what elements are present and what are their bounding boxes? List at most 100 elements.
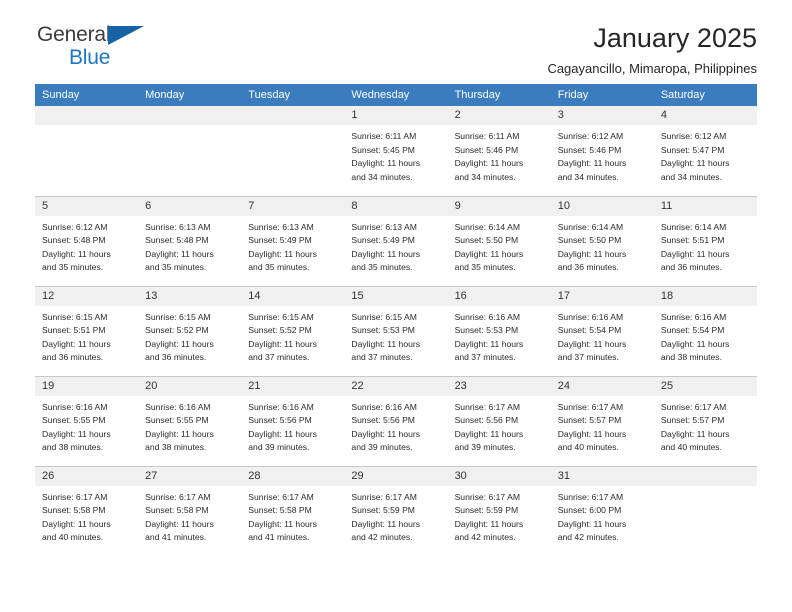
daylight-duration-line1: Daylight: 11 hours: [351, 518, 421, 529]
calendar-day-cell[interactable]: 19 Sunrise: 6:16 AM Sunset: 5:55 PM Dayligh…: [35, 375, 139, 466]
calendar-day-cell[interactable]: 21 Sunrise: 6:16 AM Sunset: 5:56 PM Dayligh…: [241, 375, 345, 466]
weekday-header-wednesday: Wednesday: [344, 84, 448, 106]
day-number: 20: [138, 376, 242, 396]
sunset-time: Sunset: 5:56 PM: [454, 415, 519, 426]
calendar-day-cell[interactable]: 25 Sunrise: 6:17 AM Sunset: 5:57 PM Dayligh…: [653, 375, 757, 466]
calendar-day-cell[interactable]: 15 Sunrise: 6:15 AM Sunset: 5:53 PM Dayligh…: [344, 285, 448, 376]
calendar-day-cell[interactable]: 28 Sunrise: 6:17 AM Sunset: 5:58 PM Dayligh…: [241, 465, 345, 556]
calendar-day-cell[interactable]: 16 Sunrise: 6:16 AM Sunset: 5:53 PM Dayligh…: [447, 285, 551, 376]
day-number: 22: [344, 376, 448, 396]
day-number: 29: [344, 466, 448, 486]
sunrise-time: Sunrise: 6:15 AM: [42, 311, 108, 322]
day-number: [653, 466, 757, 486]
day-details: Sunrise: 6:16 AM Sunset: 5:56 PM Daylight:…: [344, 396, 447, 455]
sunrise-time: Sunrise: 6:12 AM: [557, 131, 624, 141]
daylight-duration-line2: and 40 minutes.: [660, 442, 722, 453]
day-details: Sunrise: 6:12 AM Sunset: 5:47 PM Daylight:…: [654, 125, 757, 184]
calendar-day-cell-empty: [241, 106, 345, 196]
sunrise-time: Sunrise: 6:12 AM: [660, 131, 727, 141]
weekday-header-sunday: Sunday: [35, 84, 139, 106]
calendar-day-cell[interactable]: 20 Sunrise: 6:16 AM Sunset: 5:55 PM Dayligh…: [138, 375, 242, 466]
day-number: 23: [447, 376, 551, 396]
daylight-duration-line2: and 42 minutes.: [557, 532, 619, 543]
calendar-day-cell[interactable]: 6 Sunrise: 6:13 AM Sunset: 5:48 PM Daylight…: [138, 195, 242, 286]
calendar-day-cell[interactable]: 27 Sunrise: 6:17 AM Sunset: 5:58 PM Dayligh…: [138, 465, 242, 556]
calendar-day-cell[interactable]: 1 Sunrise: 6:11 AM Sunset: 5:45 PM Daylight…: [344, 106, 448, 196]
day-details: Sunrise: 6:16 AM Sunset: 5:53 PM Daylight:…: [448, 306, 551, 365]
calendar-day-cell[interactable]: 10 Sunrise: 6:14 AM Sunset: 5:50 PM Dayligh…: [550, 195, 654, 286]
daylight-duration-line2: and 40 minutes.: [42, 532, 104, 543]
day-details: Sunrise: 6:17 AM Sunset: 5:59 PM Daylight:…: [344, 486, 447, 545]
sunrise-time: Sunrise: 6:11 AM: [454, 131, 520, 141]
daylight-duration-line2: and 38 minutes.: [42, 442, 104, 453]
sunrise-time: Sunrise: 6:16 AM: [42, 401, 108, 412]
daylight-duration-line2: and 39 minutes.: [351, 442, 413, 453]
day-details: Sunrise: 6:17 AM Sunset: 5:57 PM Daylight:…: [551, 396, 654, 455]
brand-name-general: General: [37, 23, 111, 46]
day-details: Sunrise: 6:16 AM Sunset: 5:54 PM Daylight:…: [551, 306, 654, 365]
day-number: 11: [653, 196, 757, 216]
calendar-day-cell[interactable]: 30 Sunrise: 6:17 AM Sunset: 5:59 PM Dayligh…: [447, 465, 551, 556]
calendar-day-cell[interactable]: 8 Sunrise: 6:13 AM Sunset: 5:49 PM Daylight…: [344, 195, 448, 286]
sunset-time: Sunset: 5:45 PM: [351, 144, 415, 155]
day-details: Sunrise: 6:16 AM Sunset: 5:55 PM Daylight:…: [138, 396, 241, 455]
daylight-duration-line2: and 39 minutes.: [454, 442, 516, 453]
calendar-day-cell[interactable]: 11 Sunrise: 6:14 AM Sunset: 5:51 PM Dayligh…: [653, 195, 757, 286]
calendar-day-cell[interactable]: 5 Sunrise: 6:12 AM Sunset: 5:48 PM Daylight…: [35, 195, 139, 286]
calendar-day-cell[interactable]: 24 Sunrise: 6:17 AM Sunset: 5:57 PM Dayligh…: [550, 375, 654, 466]
daylight-duration-line1: Daylight: 11 hours: [557, 428, 627, 439]
day-details: Sunrise: 6:16 AM Sunset: 5:56 PM Daylight:…: [241, 396, 344, 455]
sunrise-time: Sunrise: 6:17 AM: [557, 401, 624, 412]
sunset-time: Sunset: 6:00 PM: [557, 505, 622, 516]
calendar-day-cell[interactable]: 3 Sunrise: 6:12 AM Sunset: 5:46 PM Daylight…: [550, 106, 654, 196]
daylight-duration-line1: Daylight: 11 hours: [454, 338, 524, 349]
calendar-day-cell[interactable]: 14 Sunrise: 6:15 AM Sunset: 5:52 PM Dayligh…: [241, 285, 345, 376]
daylight-duration-line1: Daylight: 11 hours: [351, 248, 421, 259]
calendar-day-cell[interactable]: 23 Sunrise: 6:17 AM Sunset: 5:56 PM Dayligh…: [447, 375, 551, 466]
day-details: Sunrise: 6:17 AM Sunset: 5:57 PM Daylight:…: [654, 396, 757, 455]
daylight-duration-line2: and 34 minutes.: [351, 171, 413, 182]
daylight-duration-line2: and 35 minutes.: [248, 262, 310, 273]
day-number: 30: [447, 466, 551, 486]
daylight-duration-line2: and 40 minutes.: [557, 442, 619, 453]
daylight-duration-line2: and 38 minutes.: [145, 442, 207, 453]
daylight-duration-line2: and 38 minutes.: [660, 352, 722, 363]
calendar-day-cell[interactable]: 9 Sunrise: 6:14 AM Sunset: 5:50 PM Daylight…: [447, 195, 551, 286]
calendar-day-cell[interactable]: 26 Sunrise: 6:17 AM Sunset: 5:58 PM Dayligh…: [35, 465, 139, 556]
sunrise-time: Sunrise: 6:14 AM: [557, 221, 624, 232]
calendar-day-cell[interactable]: 2 Sunrise: 6:11 AM Sunset: 5:46 PM Daylight…: [447, 106, 551, 196]
calendar-day-cell[interactable]: 29 Sunrise: 6:17 AM Sunset: 5:59 PM Dayligh…: [344, 465, 448, 556]
sunrise-time: Sunrise: 6:14 AM: [660, 221, 727, 232]
sunset-time: Sunset: 5:58 PM: [248, 505, 312, 516]
calendar-day-cell[interactable]: 7 Sunrise: 6:13 AM Sunset: 5:49 PM Daylight…: [241, 195, 345, 286]
sunrise-time: Sunrise: 6:16 AM: [145, 401, 211, 412]
daylight-duration-line1: Daylight: 11 hours: [145, 248, 214, 259]
calendar-day-cell[interactable]: 13 Sunrise: 6:15 AM Sunset: 5:52 PM Dayligh…: [138, 285, 242, 376]
weekday-header-friday: Friday: [550, 84, 654, 106]
weekday-header-thursday: Thursday: [447, 84, 551, 106]
daylight-duration-line2: and 37 minutes.: [248, 352, 310, 363]
daylight-duration-line2: and 42 minutes.: [454, 532, 516, 543]
day-details: Sunrise: 6:17 AM Sunset: 5:58 PM Daylight:…: [35, 486, 138, 545]
calendar-day-cell[interactable]: 4 Sunrise: 6:12 AM Sunset: 5:47 PM Daylight…: [653, 106, 757, 196]
calendar-week-row: 5 Sunrise: 6:12 AM Sunset: 5:48 PM Daylight…: [35, 195, 757, 286]
daylight-duration-line2: and 36 minutes.: [660, 262, 722, 273]
generalblue-logo[interactable]: General Blue: [35, 24, 165, 76]
calendar-day-cell[interactable]: 18 Sunrise: 6:16 AM Sunset: 5:54 PM Dayligh…: [653, 285, 757, 376]
daylight-duration-line2: and 36 minutes.: [145, 352, 207, 363]
daylight-duration-line2: and 34 minutes.: [454, 171, 516, 182]
calendar-day-cell[interactable]: 31 Sunrise: 6:17 AM Sunset: 6:00 PM Dayligh…: [550, 465, 654, 556]
day-details: Sunrise: 6:13 AM Sunset: 5:49 PM Daylight:…: [241, 216, 344, 275]
calendar-day-cell[interactable]: 12 Sunrise: 6:15 AM Sunset: 5:51 PM Dayligh…: [35, 285, 139, 376]
calendar-day-cell-empty: [138, 106, 242, 196]
sunset-time: Sunset: 5:49 PM: [351, 235, 415, 246]
day-details: Sunrise: 6:14 AM Sunset: 5:50 PM Daylight:…: [448, 216, 551, 275]
sunset-time: Sunset: 5:48 PM: [42, 235, 106, 246]
calendar-day-cell[interactable]: 17 Sunrise: 6:16 AM Sunset: 5:54 PM Dayligh…: [550, 285, 654, 376]
daylight-duration-line2: and 41 minutes.: [248, 532, 310, 543]
daylight-duration-line2: and 37 minutes.: [454, 352, 516, 363]
daylight-duration-line1: Daylight: 11 hours: [351, 428, 421, 439]
day-number: 17: [550, 286, 654, 306]
calendar-day-cell[interactable]: 22 Sunrise: 6:16 AM Sunset: 5:56 PM Dayligh…: [344, 375, 448, 466]
daylight-duration-line2: and 36 minutes.: [42, 352, 104, 363]
